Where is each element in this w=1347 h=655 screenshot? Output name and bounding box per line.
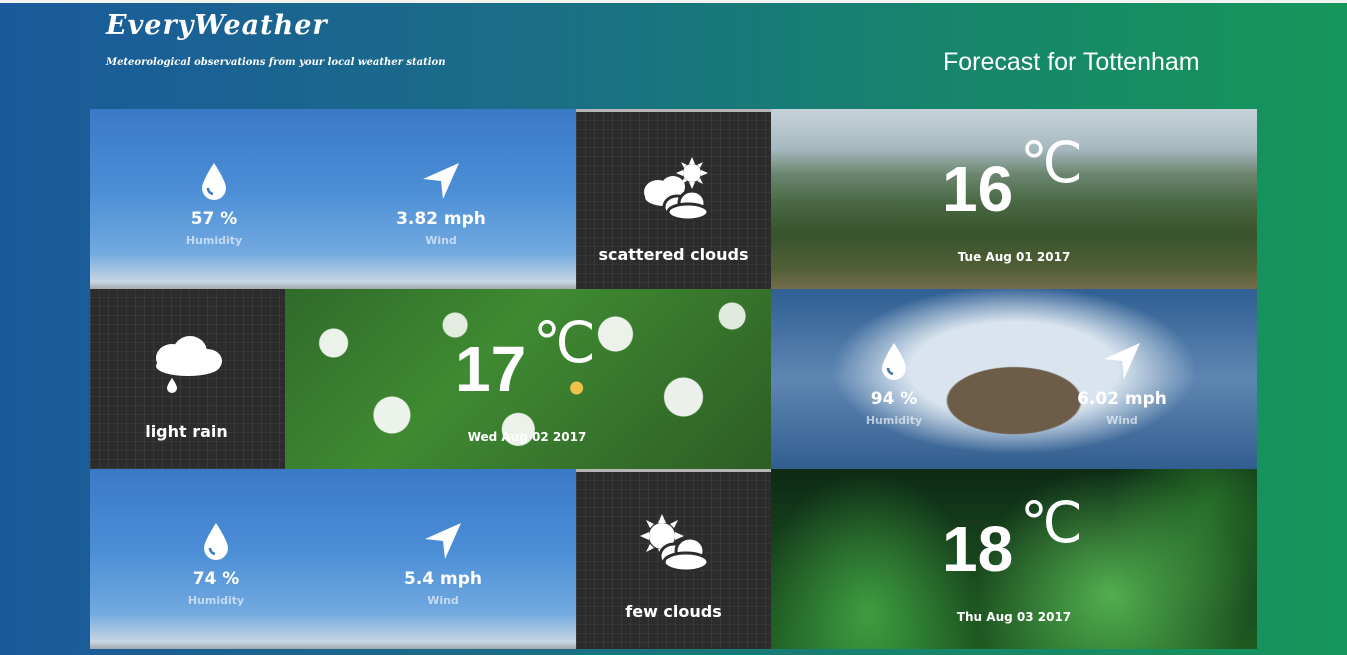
day-3-stats-tile: 74 % Humidity 5.4 mph Wind <box>90 469 576 649</box>
humidity-stat: 57 % Humidity <box>124 161 304 247</box>
wind-direction-icon <box>1104 343 1140 379</box>
date-label: Tue Aug 01 2017 <box>957 250 1071 264</box>
date-label: Wed Aug 02 2017 <box>467 430 587 444</box>
few-clouds-icon <box>640 514 710 573</box>
day-1-temperature-tile: 16 ℃ Tue Aug 01 2017 <box>771 109 1257 289</box>
temperature-value: 16 <box>942 153 1014 225</box>
humidity-stat: 94 % Humidity <box>804 341 984 427</box>
temperature: 18 ℃ <box>942 495 1083 582</box>
temperature: 16 ℃ <box>942 135 1083 222</box>
humidity-label: Humidity <box>185 234 243 247</box>
wind-direction-icon <box>425 523 461 559</box>
droplet-icon <box>202 163 226 200</box>
wind-stat: 6.02 mph Wind <box>1032 341 1212 427</box>
condition-label: light rain <box>145 422 228 441</box>
forecast-grid: 57 % Humidity 3.82 mph Wind scattered cl… <box>90 109 1257 649</box>
top-border <box>0 0 1347 3</box>
humidity-stat: 74 % Humidity <box>126 521 306 607</box>
brand-logo[interactable]: EveryWeather <box>106 10 328 41</box>
wind-value: 3.82 mph <box>396 209 486 229</box>
droplet-icon <box>204 523 228 560</box>
tagline: Meteorological observations from your lo… <box>106 57 446 68</box>
humidity-value: 74 % <box>192 569 240 589</box>
wind-label: Wind <box>425 234 457 247</box>
humidity-label: Humidity <box>187 594 245 607</box>
forecast-title: Forecast for Tottenham <box>943 48 1200 76</box>
humidity-value: 94 % <box>870 389 918 409</box>
temperature-value: 18 <box>942 513 1014 585</box>
scattered-clouds-icon <box>644 157 710 222</box>
light-rain-icon <box>156 336 222 393</box>
wind-value: 5.4 mph <box>403 569 483 589</box>
day-1-condition-tile: scattered clouds <box>576 109 771 289</box>
wind-stat: 3.82 mph Wind <box>351 161 531 247</box>
temperature-value: 17 <box>455 333 527 405</box>
wind-direction-icon <box>423 163 459 199</box>
condition-label: few clouds <box>625 602 722 621</box>
humidity-label: Humidity <box>865 414 923 427</box>
condition-label: scattered clouds <box>598 245 749 264</box>
wind-label: Wind <box>427 594 459 607</box>
temperature: 17 ℃ <box>455 315 596 402</box>
temperature-unit: ℃ <box>1020 491 1083 554</box>
day-1-stats-tile: 57 % Humidity 3.82 mph Wind <box>90 109 576 289</box>
droplet-icon <box>882 343 906 380</box>
day-3-condition-tile: few clouds <box>576 469 771 649</box>
wind-label: Wind <box>1106 414 1138 427</box>
day-3-temperature-tile: 18 ℃ Thu Aug 03 2017 <box>771 469 1257 649</box>
date-label: Thu Aug 03 2017 <box>956 610 1072 624</box>
wind-value: 6.02 mph <box>1077 389 1167 409</box>
wind-stat: 5.4 mph Wind <box>353 521 533 607</box>
humidity-value: 57 % <box>190 209 238 229</box>
day-2-stats-tile: 94 % Humidity 6.02 mph Wind <box>771 289 1257 469</box>
temperature-unit: ℃ <box>1020 131 1083 194</box>
day-2-condition-tile: light rain <box>90 289 285 469</box>
temperature-unit: ℃ <box>533 311 596 374</box>
day-2-temperature-tile: 17 ℃ Wed Aug 02 2017 <box>285 289 771 469</box>
